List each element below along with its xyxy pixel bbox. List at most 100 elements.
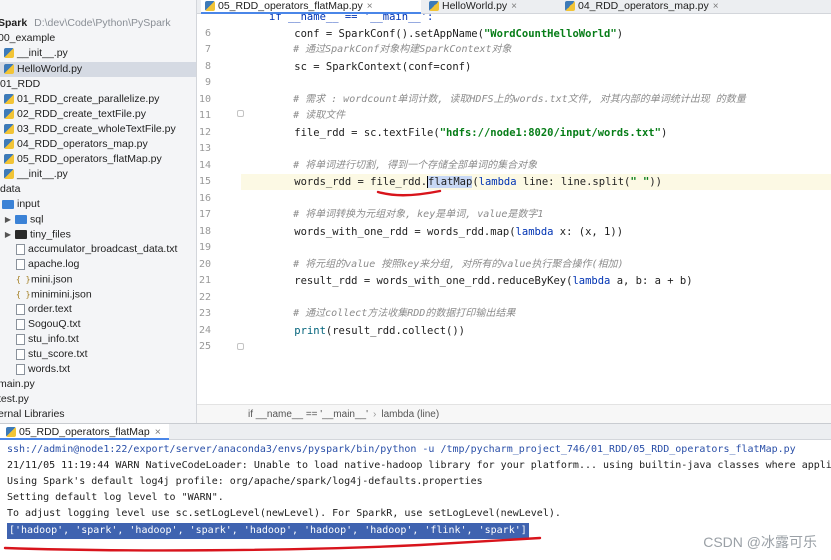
tree-item-label: __init__.py	[17, 47, 68, 59]
python-file-icon	[6, 427, 16, 438]
tree-item-label: HelloWorld.py	[17, 63, 83, 75]
code-text: )	[660, 127, 668, 139]
tree-item-root[interactable]: Spark D:\dev\Code\Python\PySpark	[0, 16, 195, 31]
text-file-icon	[16, 363, 25, 375]
code-comment: # 需求 : wordcount单词计数, 读取HDFS上的words.txt文…	[269, 94, 746, 105]
code-line: result_rdd = words_with_one_rdd.reduceBy…	[269, 273, 692, 289]
code-line: print(result_rdd.collect())	[269, 323, 465, 339]
tab-05-rdd-operators-flatmap[interactable]: 05_RDD_operators_flatMap.py ×	[201, 0, 421, 14]
code-editor[interactable]: 6 7 8 9 10 11 12 13 14 15 16 17 18 19 20…	[197, 14, 831, 404]
python-file-icon	[4, 169, 14, 180]
python-file-icon	[4, 139, 14, 150]
tree-item-order-text[interactable]: order.text	[16, 302, 196, 317]
tree-item-test-py[interactable]: test.py	[0, 392, 195, 407]
code-text: conf = SparkConf().setAppName(	[269, 28, 484, 40]
string-literal: " "	[630, 176, 650, 188]
code-comment: # 将元组的value 按照key来分组, 对所有的value执行聚合操作(相加…	[269, 259, 624, 270]
tree-item-label: data	[0, 183, 21, 195]
run-tool-window-header: 05_RDD_operators_flatMap ×	[0, 423, 831, 440]
tree-item-input[interactable]: input	[2, 197, 196, 212]
code-comment: # 通过SparkConf对象构建SparkContext对象	[269, 44, 512, 55]
tree-item-sql[interactable]: ▶ sql	[4, 212, 196, 227]
text-file-icon	[16, 348, 25, 360]
tree-item-helloworld-py[interactable]: HelloWorld.py	[0, 62, 196, 77]
tree-item-apache-log[interactable]: apache.log	[16, 257, 196, 272]
tree-item-00-example[interactable]: 00_example	[0, 31, 195, 46]
tree-item-03-rdd-create-wholetextfile[interactable]: 03_RDD_create_wholeTextFile.py	[4, 122, 196, 137]
tree-item-label: tiny_files	[30, 228, 71, 241]
tree-item-label: input	[17, 198, 40, 210]
tree-item-label: stu_score.txt	[28, 348, 88, 360]
console-line: Setting default log level to "WARN".	[7, 492, 224, 503]
tree-item-tiny-files[interactable]: ▶ tiny_files	[4, 227, 196, 242]
tree-item-external-libraries[interactable]: ernal Libraries	[0, 407, 195, 422]
tree-item-label: minimini.json	[31, 288, 92, 301]
tree-item-stu-score-txt[interactable]: stu_score.txt	[16, 347, 196, 362]
line-number: 12	[198, 127, 211, 138]
tree-item-accumulator-broadcast-data[interactable]: accumulator_broadcast_data.txt	[16, 242, 196, 257]
project-root-path: D:\dev\Code\Python\PySpark	[34, 17, 171, 29]
line-number: 22	[198, 292, 211, 303]
tree-item-05-rdd-operators-flatmap[interactable]: 05_RDD_operators_flatMap.py	[4, 152, 196, 167]
tab-label: HelloWorld.py	[442, 0, 508, 12]
fold-marker-icon[interactable]	[237, 343, 244, 350]
json-file-icon: { }	[16, 290, 31, 299]
text-file-icon	[16, 258, 25, 270]
tree-item-init-py[interactable]: __init__.py	[4, 46, 196, 61]
code-text: line: line.split(	[516, 176, 631, 188]
code-text: words_rdd = file_rdd.	[269, 176, 428, 188]
string-literal: "WordCountHelloWorld"	[483, 28, 617, 40]
code-text: x: (x, 1))	[553, 226, 624, 238]
python-file-icon	[4, 94, 14, 105]
line-number: 18	[198, 226, 211, 237]
line-number: 17	[198, 209, 211, 220]
breadcrumb-item[interactable]: if __name__ == '__main__'	[248, 409, 368, 420]
close-icon[interactable]: ×	[511, 1, 517, 12]
tree-item-01-rdd-create-parallelize[interactable]: 01_RDD_create_parallelize.py	[4, 92, 196, 107]
tree-item-02-rdd-create-textfile[interactable]: 02_RDD_create_textFile.py	[4, 107, 196, 122]
run-tab[interactable]: 05_RDD_operators_flatMap ×	[0, 424, 169, 440]
tree-item-label: main.py	[0, 378, 35, 390]
tree-item-stu-info-txt[interactable]: stu_info.txt	[16, 332, 196, 347]
line-number-gutter: 6 7 8 9 10 11 12 13 14 15 16 17 18 19 20…	[197, 14, 241, 404]
tree-item-label: stu_info.txt	[28, 333, 79, 345]
python-file-icon	[4, 124, 14, 135]
tree-item-sogouq-txt[interactable]: SogouQ.txt	[16, 317, 196, 332]
tree-item-init-py-2[interactable]: __init__.py	[4, 167, 196, 182]
code-text: file_rdd = sc.textFile(	[269, 127, 440, 139]
tree-item-label: test.py	[0, 393, 29, 405]
tree-item-label: words.txt	[28, 363, 71, 375]
tree-item-data[interactable]: data	[0, 182, 196, 197]
line-number: 25	[198, 341, 211, 352]
tab-helloworld[interactable]: HelloWorld.py ×	[425, 0, 557, 14]
chevron-right-icon[interactable]: ▶	[4, 212, 12, 227]
tree-item-label: accumulator_broadcast_data.txt	[28, 243, 178, 255]
tree-item-minimini-json[interactable]: { }minimini.json	[16, 287, 196, 302]
tree-item-01-rdd[interactable]: 01_RDD	[0, 77, 196, 92]
tree-item-main-py[interactable]: main.py	[0, 377, 195, 392]
folder-icon	[15, 215, 27, 224]
tree-item-label: 00_example	[0, 32, 56, 44]
code-line: file_rdd = sc.textFile("hdfs://node1:802…	[269, 125, 667, 141]
tree-item-04-rdd-operators-map[interactable]: 04_RDD_operators_map.py	[4, 137, 196, 152]
line-number: 6	[204, 28, 211, 39]
close-icon[interactable]: ×	[155, 426, 161, 438]
breadcrumb-item[interactable]: lambda (line)	[381, 409, 439, 420]
tree-item-words-txt[interactable]: words.txt	[16, 362, 196, 377]
console-line: 21/11/05 11:19:44 WARN NativeCodeLoader:…	[7, 460, 831, 471]
text-file-icon	[16, 303, 25, 315]
text-file-icon	[16, 333, 25, 345]
close-icon[interactable]: ×	[713, 1, 719, 12]
chevron-right-icon[interactable]: ▶	[4, 227, 12, 242]
builtin-function: print	[294, 325, 326, 337]
line-number: 24	[198, 325, 211, 336]
code-text: (result_rdd.collect())	[325, 325, 465, 337]
code-comment: # 读取文件	[269, 110, 346, 121]
python-file-icon	[4, 154, 14, 165]
tree-item-label: sql	[30, 213, 44, 226]
close-icon[interactable]: ×	[367, 1, 373, 12]
tree-item-mini-json[interactable]: { }mini.json	[16, 272, 196, 287]
fold-marker-icon[interactable]	[237, 110, 244, 117]
tab-04-rdd-operators-map[interactable]: 04_RDD_operators_map.py ×	[561, 0, 731, 14]
python-file-icon	[4, 64, 14, 75]
